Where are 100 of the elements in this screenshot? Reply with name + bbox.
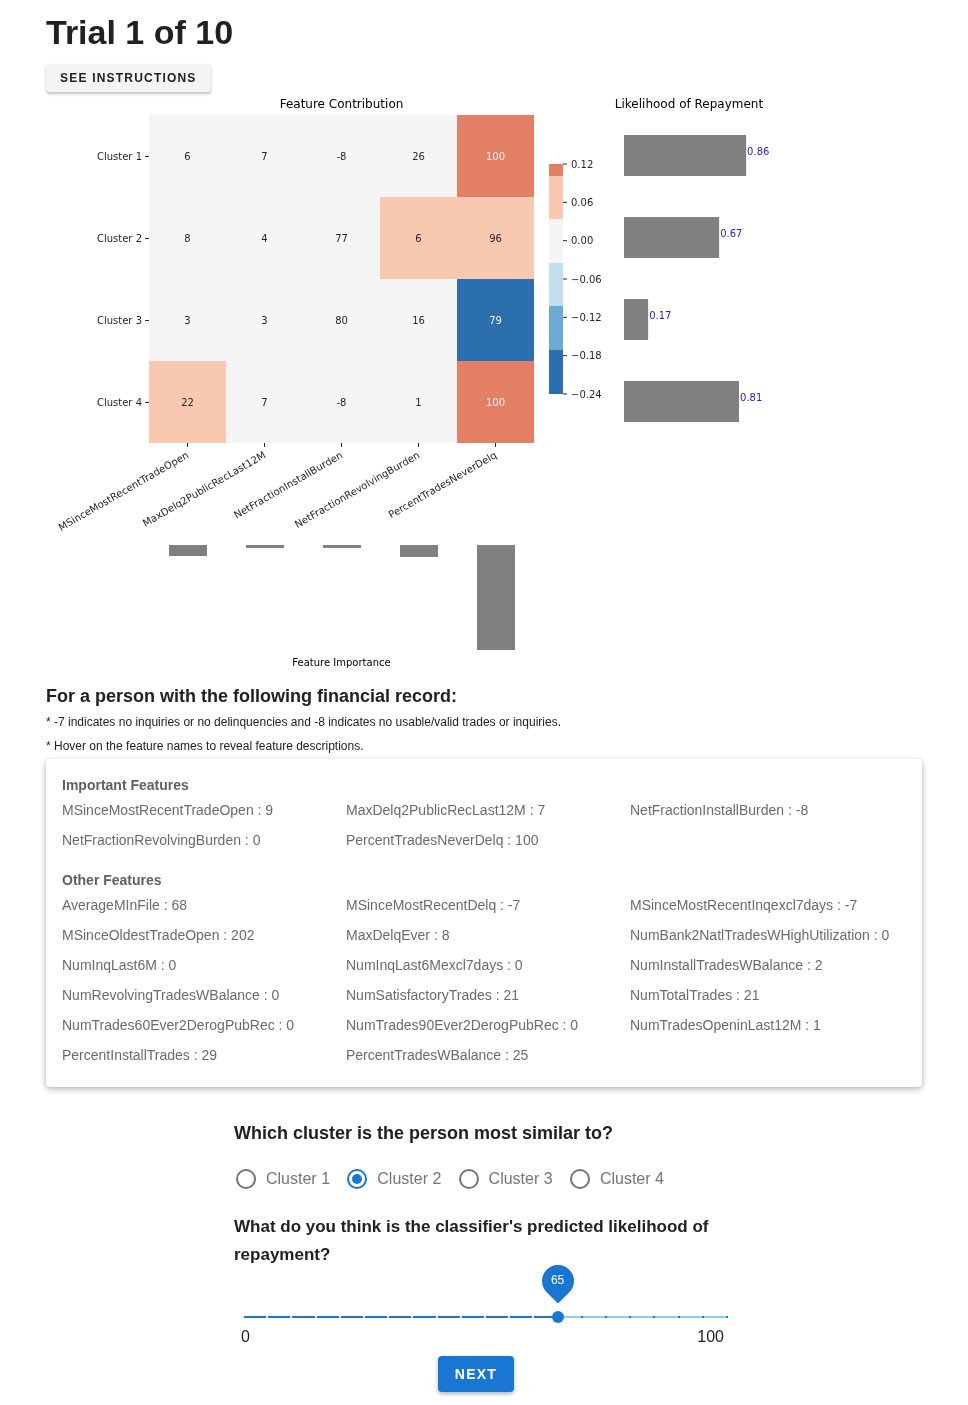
heatmap-cell: 26 (380, 115, 457, 197)
feature-value[interactable]: NumTradesOpeninLast12M : 1 (630, 1014, 821, 1036)
slider-tick-mark (459, 1316, 462, 1318)
heatmap-cell: 6 (380, 197, 457, 279)
slider-tick-mark (677, 1316, 680, 1318)
axis-tick (187, 442, 188, 448)
slider-tick-mark (363, 1316, 365, 1318)
see-instructions-button[interactable]: SEE INSTRUCTIONS (46, 64, 211, 92)
heatmap-cell: 6 (149, 115, 226, 197)
heatmap-cell: 80 (303, 279, 380, 361)
feature-value[interactable]: PercentInstallTrades : 29 (62, 1044, 218, 1066)
next-button[interactable]: NEXT (437, 1356, 515, 1392)
question-text: Which cluster is the person most similar to? (234, 1122, 614, 1145)
heatmap-cell: 3 (149, 279, 226, 361)
colorbar-tick-label: −0.18 (571, 350, 602, 362)
slider-tick-mark (290, 1316, 293, 1318)
feature-value[interactable]: MaxDelq2PublicRecLast12M : 7 (346, 799, 546, 821)
feature-value[interactable]: MSinceMostRecentInqexcl7days : -7 (630, 894, 858, 916)
axis-tick (145, 155, 149, 157)
slider-tick-mark (532, 1316, 535, 1318)
feature-value[interactable]: NumTrades60Ever2DerogPubRec : 0 (62, 1014, 295, 1036)
feature-value[interactable]: NumInstallTradesWBalance : 2 (630, 954, 823, 976)
heatmap-cell: 1 (380, 361, 457, 443)
feature-value[interactable]: NumBank2NatlTradesWHighUtilization : 0 (630, 924, 890, 946)
slider-tick-mark (484, 1316, 486, 1318)
axis-tick (145, 319, 149, 321)
features-section-title: Other Features (62, 870, 162, 890)
cluster-radio-option[interactable]: Cluster 2 (347, 1167, 442, 1191)
heatmap-cell: 4 (226, 197, 303, 279)
features-section-title: Important Features (62, 775, 189, 795)
slider-tick-mark (508, 1316, 511, 1318)
feature-value[interactable]: AverageMInFile : 68 (62, 894, 188, 916)
heatmap-cell: 3 (226, 279, 303, 361)
feature-value[interactable]: MSinceOldestTradeOpen : 202 (62, 924, 255, 946)
importance-bar (246, 545, 284, 548)
feature-value[interactable]: NumTrades90Ever2DerogPubRec : 0 (346, 1014, 579, 1036)
colorbar-tick-label: −0.06 (571, 273, 602, 285)
row-label: Cluster 1 (96, 149, 142, 164)
slider-max-label: 100 (697, 1327, 724, 1347)
question-text: What do you think is the classifier's predicted likelihood of repayment? (234, 1216, 710, 1266)
note-text: * Hover on the feature names to reveal feature descriptions. (46, 738, 364, 755)
heatmap-cell: 96 (457, 197, 534, 279)
importance-bar (400, 545, 438, 557)
cluster-radio-option[interactable]: Cluster 4 (569, 1167, 664, 1191)
heatmap-cell: 8 (149, 197, 226, 279)
feature-value[interactable]: NumRevolvingTradesWBalance : 0 (62, 984, 280, 1006)
slider-thumb[interactable] (551, 1311, 564, 1323)
row-label: Cluster 2 (96, 231, 142, 246)
colorbar-tick-label: −0.12 (571, 311, 602, 323)
axis-tick (562, 316, 568, 318)
slider-tick-mark (435, 1316, 438, 1318)
axis-tick (341, 442, 342, 448)
feature-value[interactable]: NumSatisfactoryTrades : 21 (346, 984, 519, 1006)
axis-tick (145, 237, 149, 239)
slider-tick-mark (387, 1316, 390, 1318)
heatmap-cell: 77 (303, 197, 380, 279)
bar-value-label: 0.67 (720, 228, 743, 239)
slider-tick-mark (580, 1316, 583, 1318)
slider-track[interactable] (243, 1311, 727, 1323)
slider-tick-mark (701, 1316, 704, 1318)
section-heading: For a person with the following financial record: (46, 685, 458, 708)
heatmap-cell: 22 (149, 361, 226, 443)
feature-value[interactable]: PercentTradesNeverDelq : 100 (346, 829, 539, 851)
heatmap-cell: 16 (380, 279, 457, 361)
row-label: Cluster 3 (96, 313, 142, 328)
colorbar-tick-label: 0.12 (571, 160, 594, 170)
slider-min-label: 0 (241, 1327, 250, 1347)
heatmap-cell: -8 (303, 115, 380, 197)
heatmap-cell: 79 (457, 279, 534, 361)
colorbar-tick-label: 0.06 (571, 196, 594, 208)
feature-value[interactable]: NumTotalTrades : 21 (630, 984, 760, 1006)
feature-value[interactable]: MSinceMostRecentTradeOpen : 9 (62, 799, 274, 821)
bar-value-label: 0.17 (649, 310, 672, 321)
slider-tick-mark (726, 1316, 728, 1318)
feature-value[interactable]: MSinceMostRecentDelq : -7 (346, 894, 521, 916)
slider-value-label: 65 (541, 1265, 574, 1304)
importance-bar (323, 545, 361, 548)
colorbar-tick-label: 0.00 (571, 235, 594, 247)
bar-value-label: 0.86 (747, 146, 770, 157)
chart-title: Likelihood of Repayment (614, 95, 764, 113)
axis-tick (264, 442, 265, 448)
feature-value[interactable]: MaxDelqEver : 8 (346, 924, 450, 946)
heatmap-cell: 100 (457, 115, 534, 197)
cluster-radio-option[interactable]: Cluster 1 (236, 1167, 331, 1191)
chart-title: Feature Contribution (279, 95, 404, 113)
slider-tick-mark (411, 1316, 414, 1318)
slider-tick-mark (653, 1316, 656, 1318)
heatmap-cell: 7 (226, 361, 303, 443)
cluster-radio-option[interactable]: Cluster 3 (458, 1167, 553, 1191)
feature-value[interactable]: NetFractionRevolvingBurden : 0 (62, 829, 261, 851)
importance-bar (169, 545, 207, 556)
page-title: Trial 1 of 10 (46, 12, 234, 53)
note-text: * -7 indicates no inquiries or no delinquencies and -8 indicates no usable/valid trades or inquiries. (46, 714, 561, 731)
axis-tick (418, 442, 419, 448)
feature-value[interactable]: NumInqLast6Mexcl7days : 0 (346, 954, 523, 976)
chart-title: Feature Importance (292, 655, 391, 670)
axis-tick (562, 201, 568, 203)
feature-value[interactable]: NumInqLast6M : 0 (62, 954, 177, 976)
feature-value[interactable]: NetFractionInstallBurden : -8 (630, 799, 809, 821)
feature-value[interactable]: PercentTradesWBalance : 25 (346, 1044, 529, 1066)
